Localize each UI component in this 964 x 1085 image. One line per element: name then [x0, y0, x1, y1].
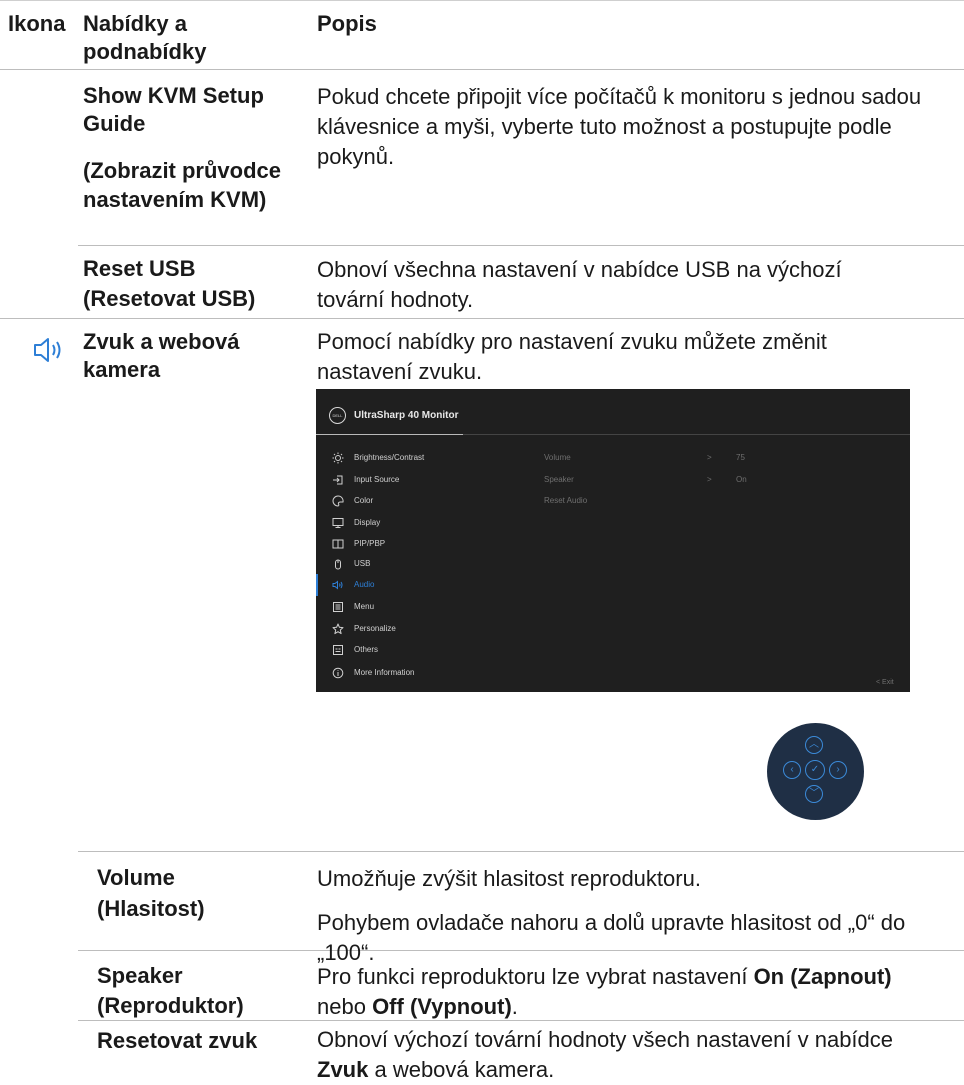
osd-sub-reset-audio[interactable]: Reset Audio — [544, 490, 587, 512]
osd-menu-label: PIP/PBP — [354, 539, 386, 548]
color-icon — [332, 495, 344, 507]
osd-sub-arrow: > — [707, 475, 712, 484]
pip-pbp-icon — [332, 539, 344, 549]
joystick-right-icon: › — [829, 761, 847, 779]
reset-audio-desc-text: a webová kamera. — [368, 1057, 555, 1082]
osd-menu-others[interactable]: Others — [332, 639, 532, 661]
reset-audio-desc: Obnoví výchozí tovární hodnoty všech nas… — [317, 1025, 917, 1085]
audio-desc: Pomocí nabídky pro nastavení zvuku můžet… — [317, 329, 827, 384]
reset-usb-name-cs: (Resetovat USB) — [83, 286, 256, 311]
header-menu-col: Nabídky a podnabídky — [83, 11, 207, 64]
osd-menu-color[interactable]: Color — [332, 490, 532, 512]
kvm-name-cs: (Zobrazit průvodce nastavením KVM) — [83, 158, 282, 212]
osd-title: UltraSharp 40 Monitor — [354, 410, 459, 421]
osd-exit[interactable]: < Exit — [876, 679, 894, 686]
audio-icon — [332, 580, 343, 590]
osd-menu-brightness[interactable]: Brightness/Contrast — [332, 447, 532, 469]
osd-sub-volume[interactable]: Volume — [544, 447, 571, 469]
dell-logo: DELL — [329, 407, 346, 424]
input-source-icon — [333, 475, 343, 485]
osd-menu-label: More Information — [354, 668, 415, 677]
speaker-desc-text: Pro funkci reproduktoru lze vybrat nasta… — [317, 964, 754, 989]
joystick-ok-icon: ✓ — [805, 760, 825, 780]
osd-menu-menu[interactable]: Menu — [332, 596, 532, 618]
osd-menu-label: Color — [354, 496, 374, 505]
speaker-desc-on: On (Zapnout) — [753, 964, 892, 989]
volume-desc-2: Pohybem ovladače nahoru a dolů upravte h… — [317, 910, 906, 965]
info-icon — [332, 667, 344, 679]
osd-menu-audio[interactable]: Audio — [332, 574, 532, 596]
osd-sub-arrow: > — [707, 453, 712, 462]
rule-kvm — [78, 245, 964, 246]
others-icon — [333, 644, 343, 655]
rule-top — [0, 0, 964, 1]
osd-menu-label: USB — [354, 559, 371, 568]
osd-menu-pip-pbp[interactable]: PIP/PBP — [332, 533, 532, 555]
star-icon — [332, 623, 344, 634]
osd-menu-label: Display — [354, 518, 381, 527]
osd-menu-label: Menu — [354, 602, 375, 611]
reset-audio-desc-bold: Zvuk — [317, 1057, 369, 1082]
usb-icon — [335, 559, 341, 570]
joystick-down-icon: ﹀ — [805, 785, 823, 803]
kvm-desc: Pokud chcete připojit více počítačů k mo… — [317, 84, 922, 169]
osd-menu-label: Others — [354, 645, 379, 654]
brightness-icon — [332, 452, 344, 464]
joystick-graphic: ︿ ‹ ✓ › ﹀ — [767, 723, 864, 820]
reset-audio-desc-text: Obnoví výchozí tovární hodnoty všech nas… — [317, 1027, 894, 1052]
volume-name-cs: (Hlasitost) — [97, 896, 205, 921]
osd-menu-personalize[interactable]: Personalize — [332, 618, 532, 640]
joystick-left-icon: ‹ — [783, 761, 801, 779]
reset-usb-name: Reset USB — [83, 256, 196, 281]
osd-menu-display[interactable]: Display — [332, 512, 532, 534]
joystick-up-icon: ︿ — [805, 736, 823, 754]
kvm-name: Show KVM Setup Guide — [83, 83, 264, 136]
header-desc-col: Popis — [317, 11, 377, 36]
speaker-desc-text: nebo — [317, 994, 373, 1019]
speaker-name: Speaker — [97, 963, 183, 988]
menu-icon — [333, 601, 343, 612]
speaker-name-cs: (Reproduktor) — [97, 993, 244, 1018]
audio-name: Zvuk a webová kamera — [83, 329, 240, 382]
volume-name: Volume — [97, 865, 175, 890]
reset-usb-desc: Obnoví všechna nastavení v nabídce USB n… — [317, 257, 842, 312]
speaker-desc: Pro funkci reproduktoru lze vybrat nasta… — [317, 962, 917, 1022]
speaker-icon — [33, 336, 67, 364]
rule-reset-usb — [0, 318, 964, 319]
display-icon — [332, 517, 344, 528]
speaker-desc-off: Off (Vypnout) — [372, 994, 512, 1019]
rule-header — [0, 69, 964, 70]
osd-divider — [316, 434, 463, 435]
reset-audio-name: Resetovat zvuk — [97, 1028, 258, 1053]
speaker-desc-text: . — [511, 994, 518, 1019]
osd-sub-value: 75 — [736, 453, 745, 462]
osd-menu-more-information[interactable]: More Information — [332, 662, 532, 684]
osd-menu-label: Brightness/Contrast — [354, 453, 425, 462]
osd-menu-label: Personalize — [354, 624, 396, 633]
osd-menu-label: Audio — [354, 580, 375, 589]
osd-active-indicator — [316, 574, 318, 596]
osd-menu-input-source[interactable]: Input Source — [332, 469, 532, 491]
osd-sub-value: On — [736, 475, 747, 484]
osd-sub-speaker[interactable]: Speaker — [544, 469, 574, 491]
volume-desc-1: Umožňuje zvýšit hlasitost reproduktoru. — [317, 866, 701, 891]
osd-divider — [463, 434, 910, 435]
header-icon-col: Ikona — [8, 11, 66, 36]
osd-screenshot: DELL UltraSharp 40 Monitor Brightness/Co… — [316, 389, 910, 692]
rule-osd-end — [78, 851, 964, 852]
osd-menu-usb[interactable]: USB — [332, 553, 532, 575]
osd-menu-label: Input Source — [354, 475, 400, 484]
